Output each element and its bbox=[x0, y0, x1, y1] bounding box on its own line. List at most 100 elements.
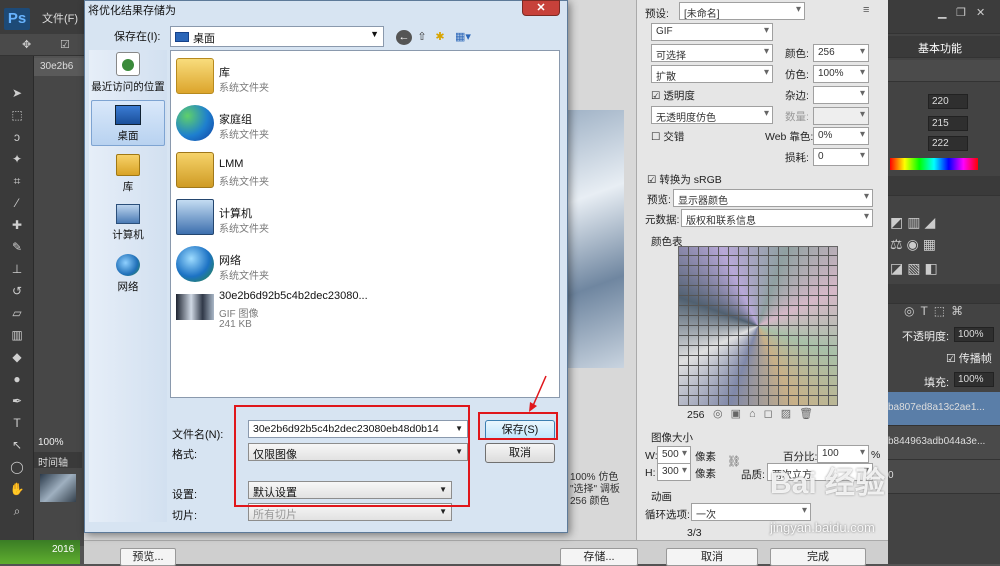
list-item[interactable]: 网络 系统文件夹 bbox=[174, 242, 534, 286]
view-menu-icon[interactable]: ▦▾ bbox=[452, 30, 474, 45]
preset-menu-icon[interactable]: ≡ bbox=[863, 4, 869, 16]
layer-name: b844963adb044a3e... bbox=[888, 436, 986, 447]
place-label: 计算机 bbox=[112, 229, 144, 241]
place-network[interactable]: 网络 bbox=[91, 254, 165, 294]
list-item[interactable]: 库 系统文件夹 bbox=[174, 54, 534, 98]
back-icon[interactable]: ← bbox=[396, 30, 412, 45]
computer-icon bbox=[176, 199, 214, 235]
list-item[interactable]: 30e2b6d92b5c4b2dec23080... GIF 图像 241 KB bbox=[174, 286, 534, 336]
pen-tool-icon[interactable]: ✒ bbox=[7, 394, 27, 408]
dialog-close-button[interactable]: ✕ bbox=[522, 0, 560, 16]
path-select-icon[interactable]: ↖ bbox=[7, 438, 27, 452]
loop-select[interactable]: 一次 bbox=[691, 503, 811, 521]
healing-brush-icon[interactable]: ✚ bbox=[7, 218, 27, 232]
list-item[interactable]: LMM 系统文件夹 bbox=[174, 148, 534, 192]
color-table-grid[interactable] bbox=[678, 246, 838, 406]
shape-tool-icon[interactable]: ◯ bbox=[7, 460, 27, 474]
transparency-label: 透明度 bbox=[663, 90, 695, 102]
link-icon[interactable]: ⛓ bbox=[727, 455, 741, 468]
layer-row[interactable]: b844963adb044a3e... bbox=[888, 426, 1000, 460]
sfw-footer bbox=[84, 540, 888, 564]
place-desktop[interactable]: 桌面 bbox=[91, 100, 165, 146]
amount-select[interactable] bbox=[813, 107, 869, 125]
transparency-checkbox[interactable]: ☑ 透明度 bbox=[651, 88, 695, 103]
workspace-select[interactable]: 基本功能 bbox=[918, 40, 962, 56]
dodge-tool-icon[interactable]: ● bbox=[7, 372, 27, 386]
propagate-frame-checkbox[interactable]: ☑ 传播帧 bbox=[946, 350, 992, 366]
up-folder-icon[interactable]: ⇧ bbox=[414, 30, 430, 45]
move-tool-icon[interactable]: ➤ bbox=[7, 86, 27, 100]
timeline-tab[interactable]: 时间轴 bbox=[34, 452, 82, 469]
eyedropper-icon[interactable]: ⁄ bbox=[7, 196, 27, 210]
cancel-button[interactable]: 取消 bbox=[485, 443, 555, 463]
layer-row[interactable]: ba807ed8a13c2ae1... bbox=[888, 392, 1000, 426]
type-tool-icon[interactable]: T bbox=[7, 416, 27, 430]
checkbox-icon[interactable]: ☑ bbox=[60, 38, 70, 51]
sfw-save-button[interactable]: 存储... bbox=[560, 548, 638, 566]
adjustment-icons-3[interactable]: ◪▧◧ bbox=[890, 260, 942, 277]
maximize-icon[interactable]: ❐ bbox=[956, 6, 966, 19]
crop-tool-icon[interactable]: ⌗ bbox=[7, 174, 27, 188]
browser-preview-button[interactable]: 预览... bbox=[120, 548, 176, 566]
menu-file[interactable]: 文件(F) bbox=[42, 10, 78, 26]
frame-thumbnail[interactable] bbox=[40, 474, 76, 502]
save-in-value: 桌面 bbox=[193, 33, 215, 45]
layer-row[interactable]: 0 bbox=[888, 460, 1000, 494]
new-folder-icon[interactable]: ✱ bbox=[432, 30, 448, 45]
gradient-tool-icon[interactable]: ▥ bbox=[7, 328, 27, 342]
magic-wand-icon[interactable]: ✦ bbox=[7, 152, 27, 166]
place-computer[interactable]: 计算机 bbox=[91, 204, 165, 244]
sfw-done-button[interactable]: 完成 bbox=[770, 548, 866, 566]
height-input[interactable]: 300 bbox=[657, 463, 691, 481]
marquee-tool-icon[interactable]: ⬚ bbox=[7, 108, 27, 122]
stamp-tool-icon[interactable]: ⊥ bbox=[7, 262, 27, 276]
list-item[interactable]: 计算机 系统文件夹 bbox=[174, 195, 534, 239]
format-select[interactable]: GIF bbox=[651, 23, 773, 41]
history-brush-icon[interactable]: ↺ bbox=[7, 284, 27, 298]
zoom-tool-icon[interactable]: ⌕ bbox=[7, 504, 27, 518]
lasso-tool-icon[interactable]: ↄ bbox=[7, 130, 27, 144]
window-controls: ▁ ❐ ✕ bbox=[888, 0, 1000, 34]
matte-select[interactable] bbox=[813, 86, 869, 104]
r-input[interactable]: 220 bbox=[928, 94, 968, 109]
dither-amount-select[interactable]: 100% bbox=[813, 65, 869, 83]
blur-tool-icon[interactable]: ◆ bbox=[7, 350, 27, 364]
preview-select[interactable]: 显示器颜色 bbox=[673, 189, 873, 207]
document-tab[interactable]: 30e2b6 bbox=[34, 58, 86, 76]
photoshop-logo: Ps bbox=[4, 8, 30, 30]
hand-tool-icon[interactable]: ✋ bbox=[7, 482, 27, 496]
opacity-input[interactable]: 100% bbox=[954, 327, 994, 342]
list-item[interactable]: 家庭组 系统文件夹 bbox=[174, 101, 534, 145]
sfw-cancel-button[interactable]: 取消 bbox=[666, 548, 758, 566]
layer-filter-icons[interactable]: ◎T⬚⌘ bbox=[904, 304, 969, 318]
width-input[interactable]: 500 bbox=[657, 446, 691, 464]
fill-input[interactable]: 100% bbox=[954, 372, 994, 387]
minimize-icon[interactable]: ▁ bbox=[938, 6, 946, 19]
place-library[interactable]: 库 bbox=[91, 154, 165, 194]
adjustment-icons[interactable]: ◩▥◢ bbox=[890, 214, 939, 231]
convert-srgb-checkbox[interactable]: ☑ 转换为 sRGB bbox=[647, 172, 722, 187]
close-icon[interactable]: ✕ bbox=[976, 6, 985, 19]
dither-select[interactable]: 扩散 bbox=[651, 65, 773, 83]
metadata-select[interactable]: 版权和联系信息 bbox=[681, 209, 873, 227]
brush-tool-icon[interactable]: ✎ bbox=[7, 240, 27, 254]
place-recent[interactable]: 最近访问的位置 bbox=[91, 52, 165, 94]
reduction-select[interactable]: 可选择 bbox=[651, 44, 773, 62]
adjustment-icons-2[interactable]: ⚖◉▦ bbox=[890, 236, 940, 253]
color-table-tools-icons[interactable]: ◎▣⌂◻▨🗑 bbox=[713, 407, 821, 420]
save-in-combo[interactable]: 桌面 ▼ bbox=[170, 26, 384, 47]
file-name: 计算机 bbox=[219, 208, 252, 220]
desktop-icon bbox=[175, 32, 189, 42]
colors-select[interactable]: 256 bbox=[813, 44, 869, 62]
trans-dither-select[interactable]: 无透明度仿色 bbox=[651, 106, 773, 124]
g-input[interactable]: 215 bbox=[928, 116, 968, 131]
lossy-select[interactable]: 0 bbox=[813, 148, 869, 166]
web-snap-select[interactable]: 0% bbox=[813, 127, 869, 145]
interlaced-checkbox[interactable]: ☐ 交错 bbox=[651, 129, 684, 144]
preset-select[interactable]: [未命名] bbox=[679, 2, 805, 20]
b-input[interactable]: 222 bbox=[928, 136, 968, 151]
file-type: GIF 图像 bbox=[219, 309, 259, 320]
color-ramp[interactable] bbox=[890, 158, 978, 170]
move-tool-icon[interactable]: ✥ bbox=[22, 38, 31, 51]
eraser-tool-icon[interactable]: ▱ bbox=[7, 306, 27, 320]
